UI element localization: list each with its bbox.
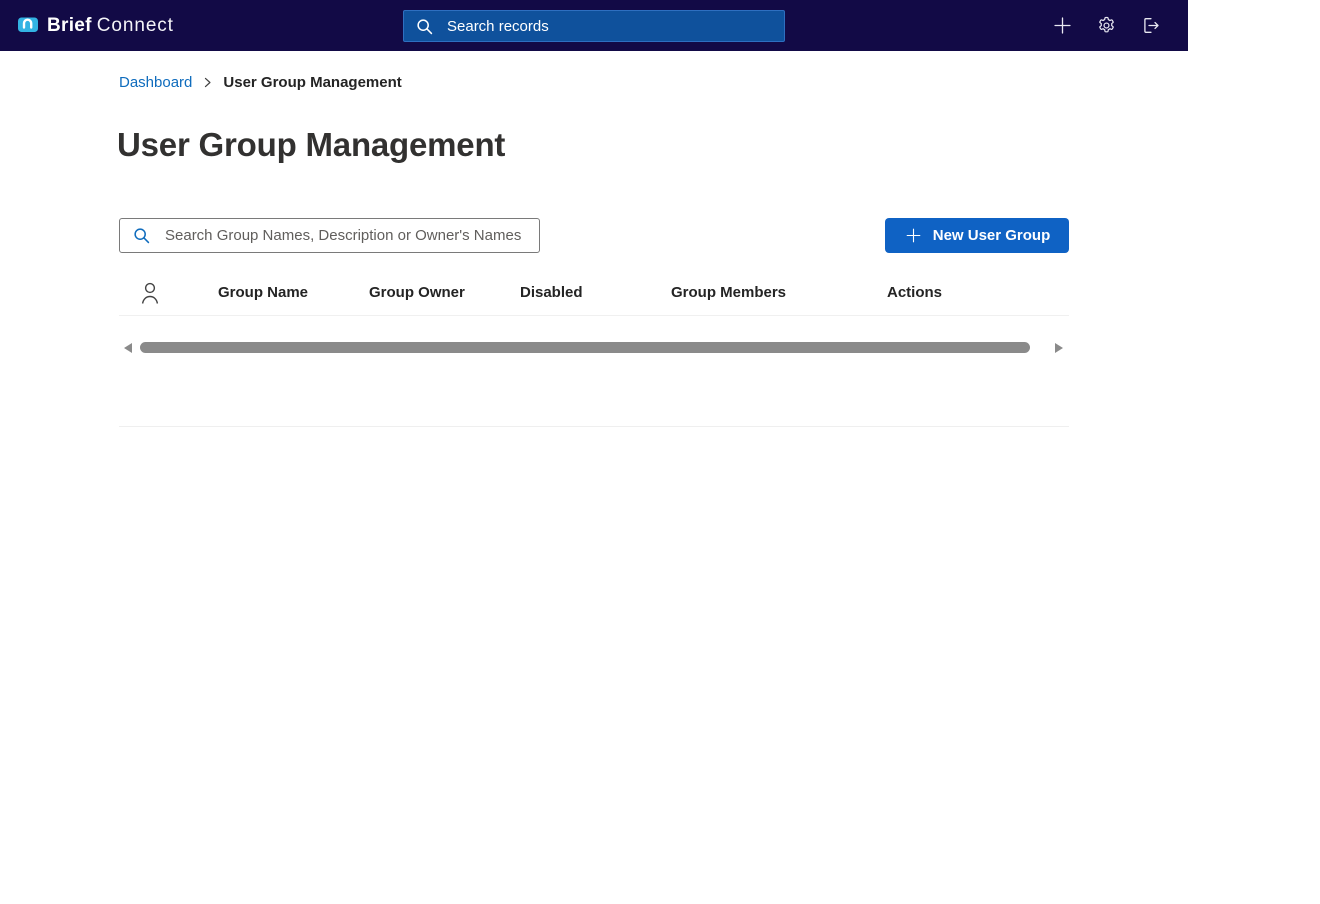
page-title: User Group Management <box>117 126 505 164</box>
settings-button[interactable] <box>1096 16 1116 36</box>
global-search-input[interactable] <box>445 17 773 36</box>
plus-icon <box>904 226 923 245</box>
column-header-group-owner: Group Owner <box>369 284 520 301</box>
column-header-disabled: Disabled <box>520 284 671 301</box>
brand-name: BriefConnect <box>47 15 174 37</box>
brand-word-connect: Connect <box>97 15 174 36</box>
list-bottom-divider <box>119 426 1069 427</box>
breadcrumb-current: User Group Management <box>223 74 401 91</box>
column-header-group-members: Group Members <box>671 284 887 301</box>
breadcrumb: Dashboard User Group Management <box>119 74 402 91</box>
settings-gear-icon <box>1096 15 1117 36</box>
global-search <box>403 10 785 42</box>
search-icon <box>132 226 151 245</box>
scrollbar-thumb[interactable] <box>140 342 1030 353</box>
sign-out-icon <box>1140 15 1161 36</box>
new-user-group-button[interactable]: New User Group <box>885 218 1069 253</box>
sign-out-button[interactable] <box>1140 16 1160 36</box>
person-icon <box>140 281 160 305</box>
chevron-right-icon <box>201 76 214 89</box>
column-header-actions: Actions <box>887 284 1069 301</box>
add-icon <box>1052 15 1073 36</box>
brand-logo[interactable]: BriefConnect <box>17 0 174 51</box>
new-user-group-label: New User Group <box>933 227 1051 244</box>
topbar-actions <box>1052 0 1160 51</box>
scroll-left-arrow-icon[interactable] <box>124 343 132 353</box>
breadcrumb-dashboard-link[interactable]: Dashboard <box>119 74 192 91</box>
brand-word-brief: Brief <box>47 15 92 36</box>
group-search-box <box>119 218 540 253</box>
scroll-right-arrow-icon[interactable] <box>1055 343 1063 353</box>
search-icon <box>415 17 434 36</box>
column-header-group-name: Group Name <box>218 284 369 301</box>
add-button[interactable] <box>1052 16 1072 36</box>
topbar: BriefConnect <box>0 0 1188 51</box>
brand-logo-icon <box>17 14 39 38</box>
table-header-row: Group Name Group Owner Disabled Group Me… <box>119 270 1069 316</box>
group-search-input[interactable] <box>163 226 527 245</box>
column-header-member-icon <box>119 281 218 305</box>
horizontal-scrollbar[interactable] <box>119 341 1069 355</box>
